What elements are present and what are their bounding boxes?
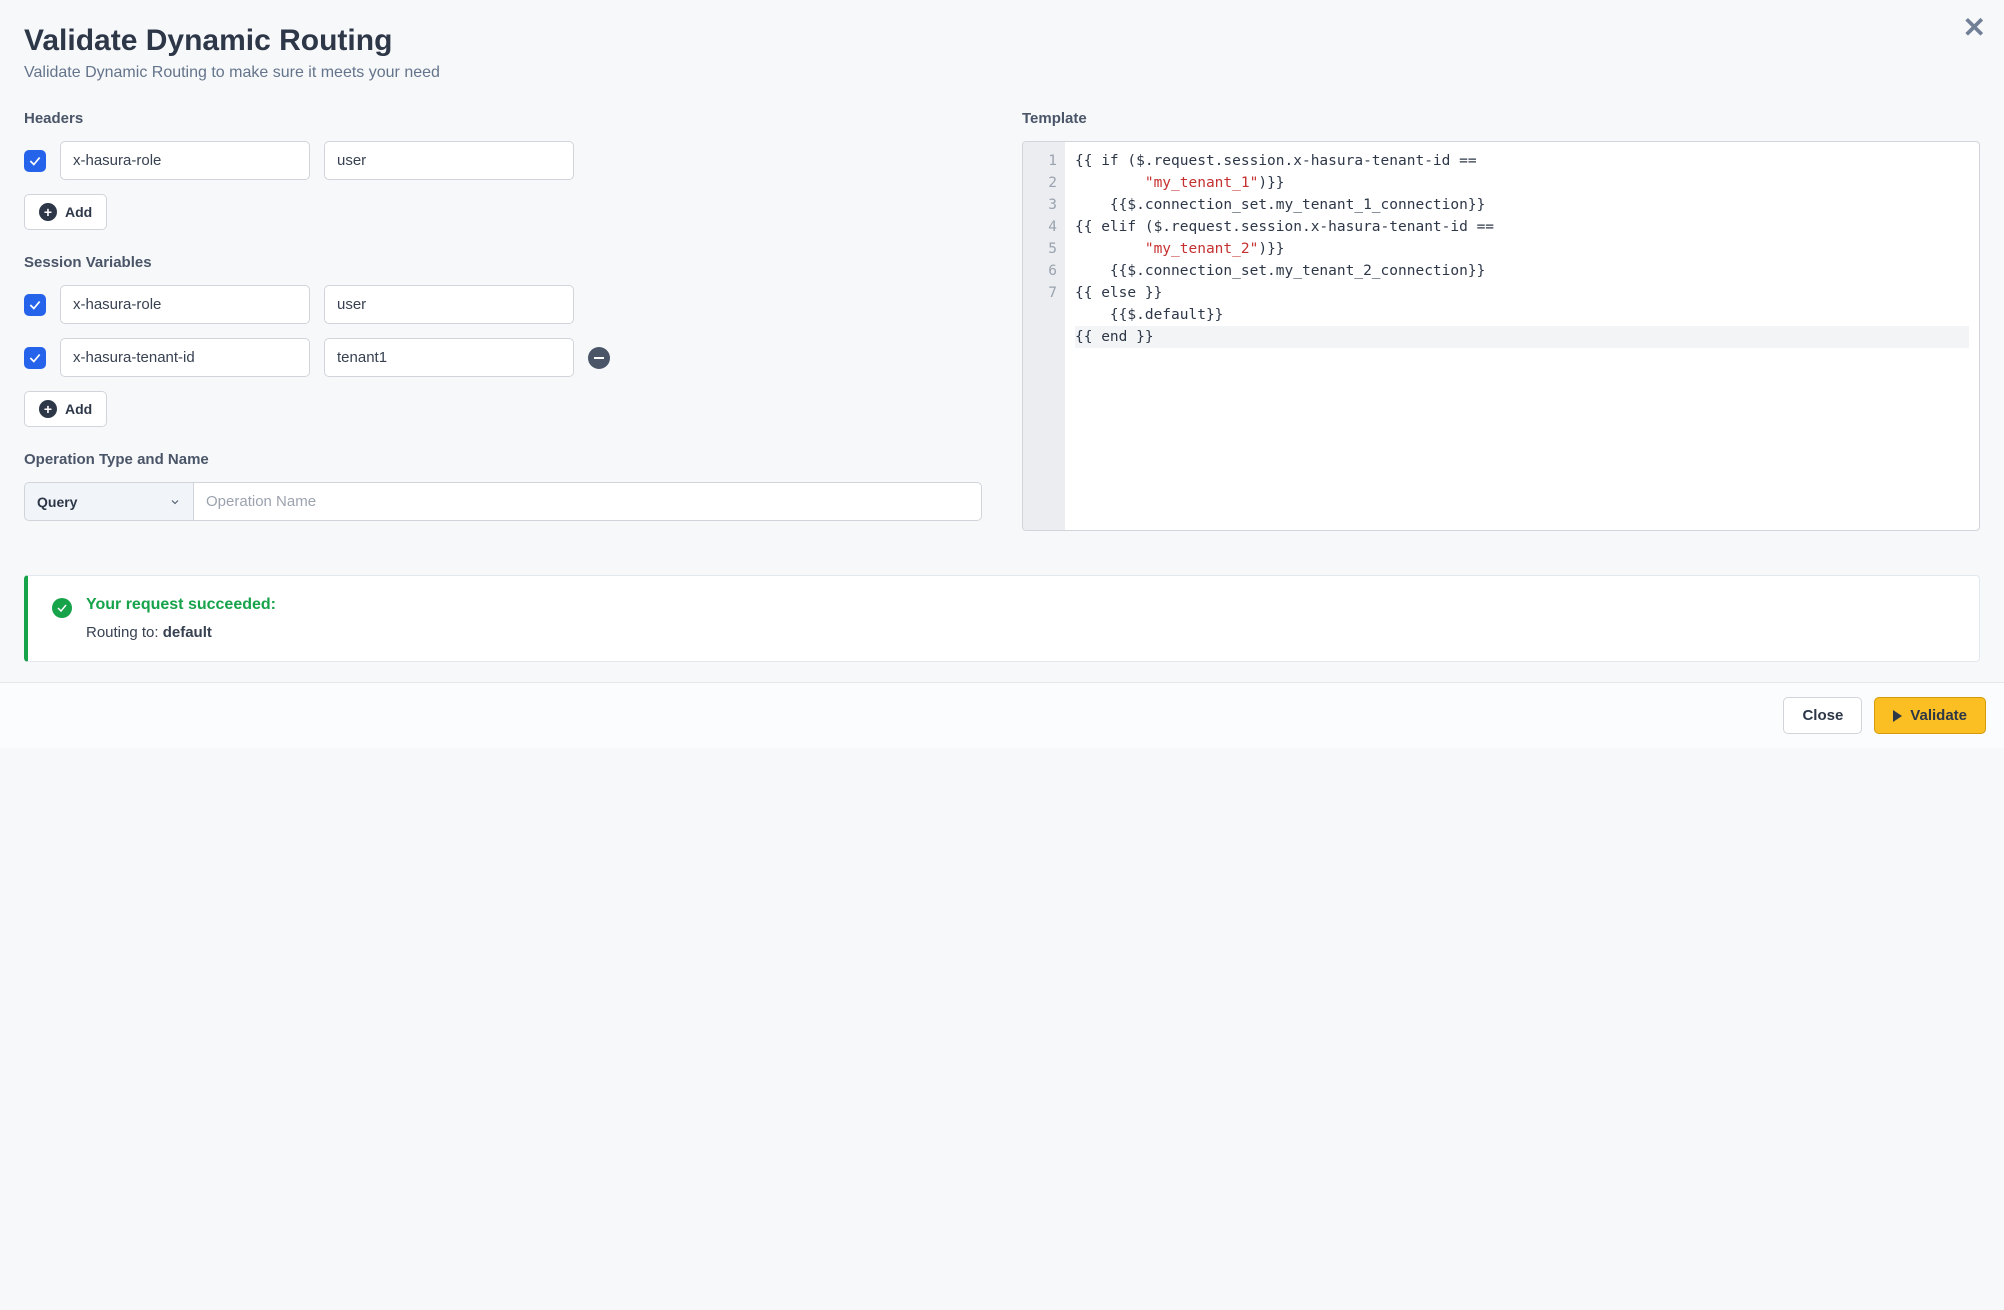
check-circle-icon [52,598,72,618]
routing-target: default [163,624,212,641]
modal-subtitle: Validate Dynamic Routing to make sure it… [24,64,1980,82]
remove-row-icon[interactable] [588,347,610,369]
editor-gutter: 1234567 [1023,142,1065,530]
session-var-key-input[interactable] [60,338,310,377]
session-var-checkbox[interactable] [24,294,46,316]
header-value-input[interactable] [324,141,574,180]
operation-section-label: Operation Type and Name [24,451,982,468]
session-var-row [24,285,982,324]
close-button-label: Close [1802,707,1843,724]
operation-group: Query [24,482,982,521]
left-column: Headers + Add Session Variables [24,110,982,545]
add-button-label: Add [65,401,92,417]
operation-type-select[interactable]: Query [24,482,194,521]
plus-circle-icon: + [39,203,57,221]
operation-type-value: Query [37,494,77,510]
close-button[interactable]: Close [1783,697,1862,734]
result-body: Your request succeeded: Routing to: defa… [86,596,276,641]
session-var-checkbox[interactable] [24,347,46,369]
template-editor[interactable]: 1234567 {{ if ($.request.session.x-hasur… [1022,141,1980,531]
editor-code[interactable]: {{ if ($.request.session.x-hasura-tenant… [1065,142,1979,530]
header-key-input[interactable] [60,141,310,180]
routing-line: Routing to: default [86,624,276,641]
modal-footer: Close Validate [0,682,2004,748]
add-header-button[interactable]: + Add [24,194,107,230]
close-icon[interactable]: ✕ [1963,14,1986,42]
session-var-row [24,338,982,377]
validate-button-label: Validate [1910,707,1967,724]
template-section-label: Template [1022,110,1980,127]
headers-section-label: Headers [24,110,982,127]
success-title: Your request succeeded: [86,596,276,614]
plus-circle-icon: + [39,400,57,418]
header-checkbox[interactable] [24,150,46,172]
add-session-var-button[interactable]: + Add [24,391,107,427]
header-row [24,141,982,180]
result-panel: Your request succeeded: Routing to: defa… [24,575,1980,662]
session-vars-section-label: Session Variables [24,254,982,271]
session-var-key-input[interactable] [60,285,310,324]
chevron-down-icon [169,496,181,508]
play-icon [1893,710,1902,722]
add-button-label: Add [65,204,92,220]
validate-dynamic-routing-modal: ✕ Validate Dynamic Routing Validate Dyna… [0,0,2004,662]
session-var-value-input[interactable] [324,285,574,324]
validate-button[interactable]: Validate [1874,697,1986,734]
routing-prefix: Routing to: [86,624,163,641]
session-var-value-input[interactable] [324,338,574,377]
operation-name-input[interactable] [194,482,982,521]
modal-title: Validate Dynamic Routing [24,24,1980,58]
right-column: Template 1234567 {{ if ($.request.sessio… [1022,110,1980,545]
